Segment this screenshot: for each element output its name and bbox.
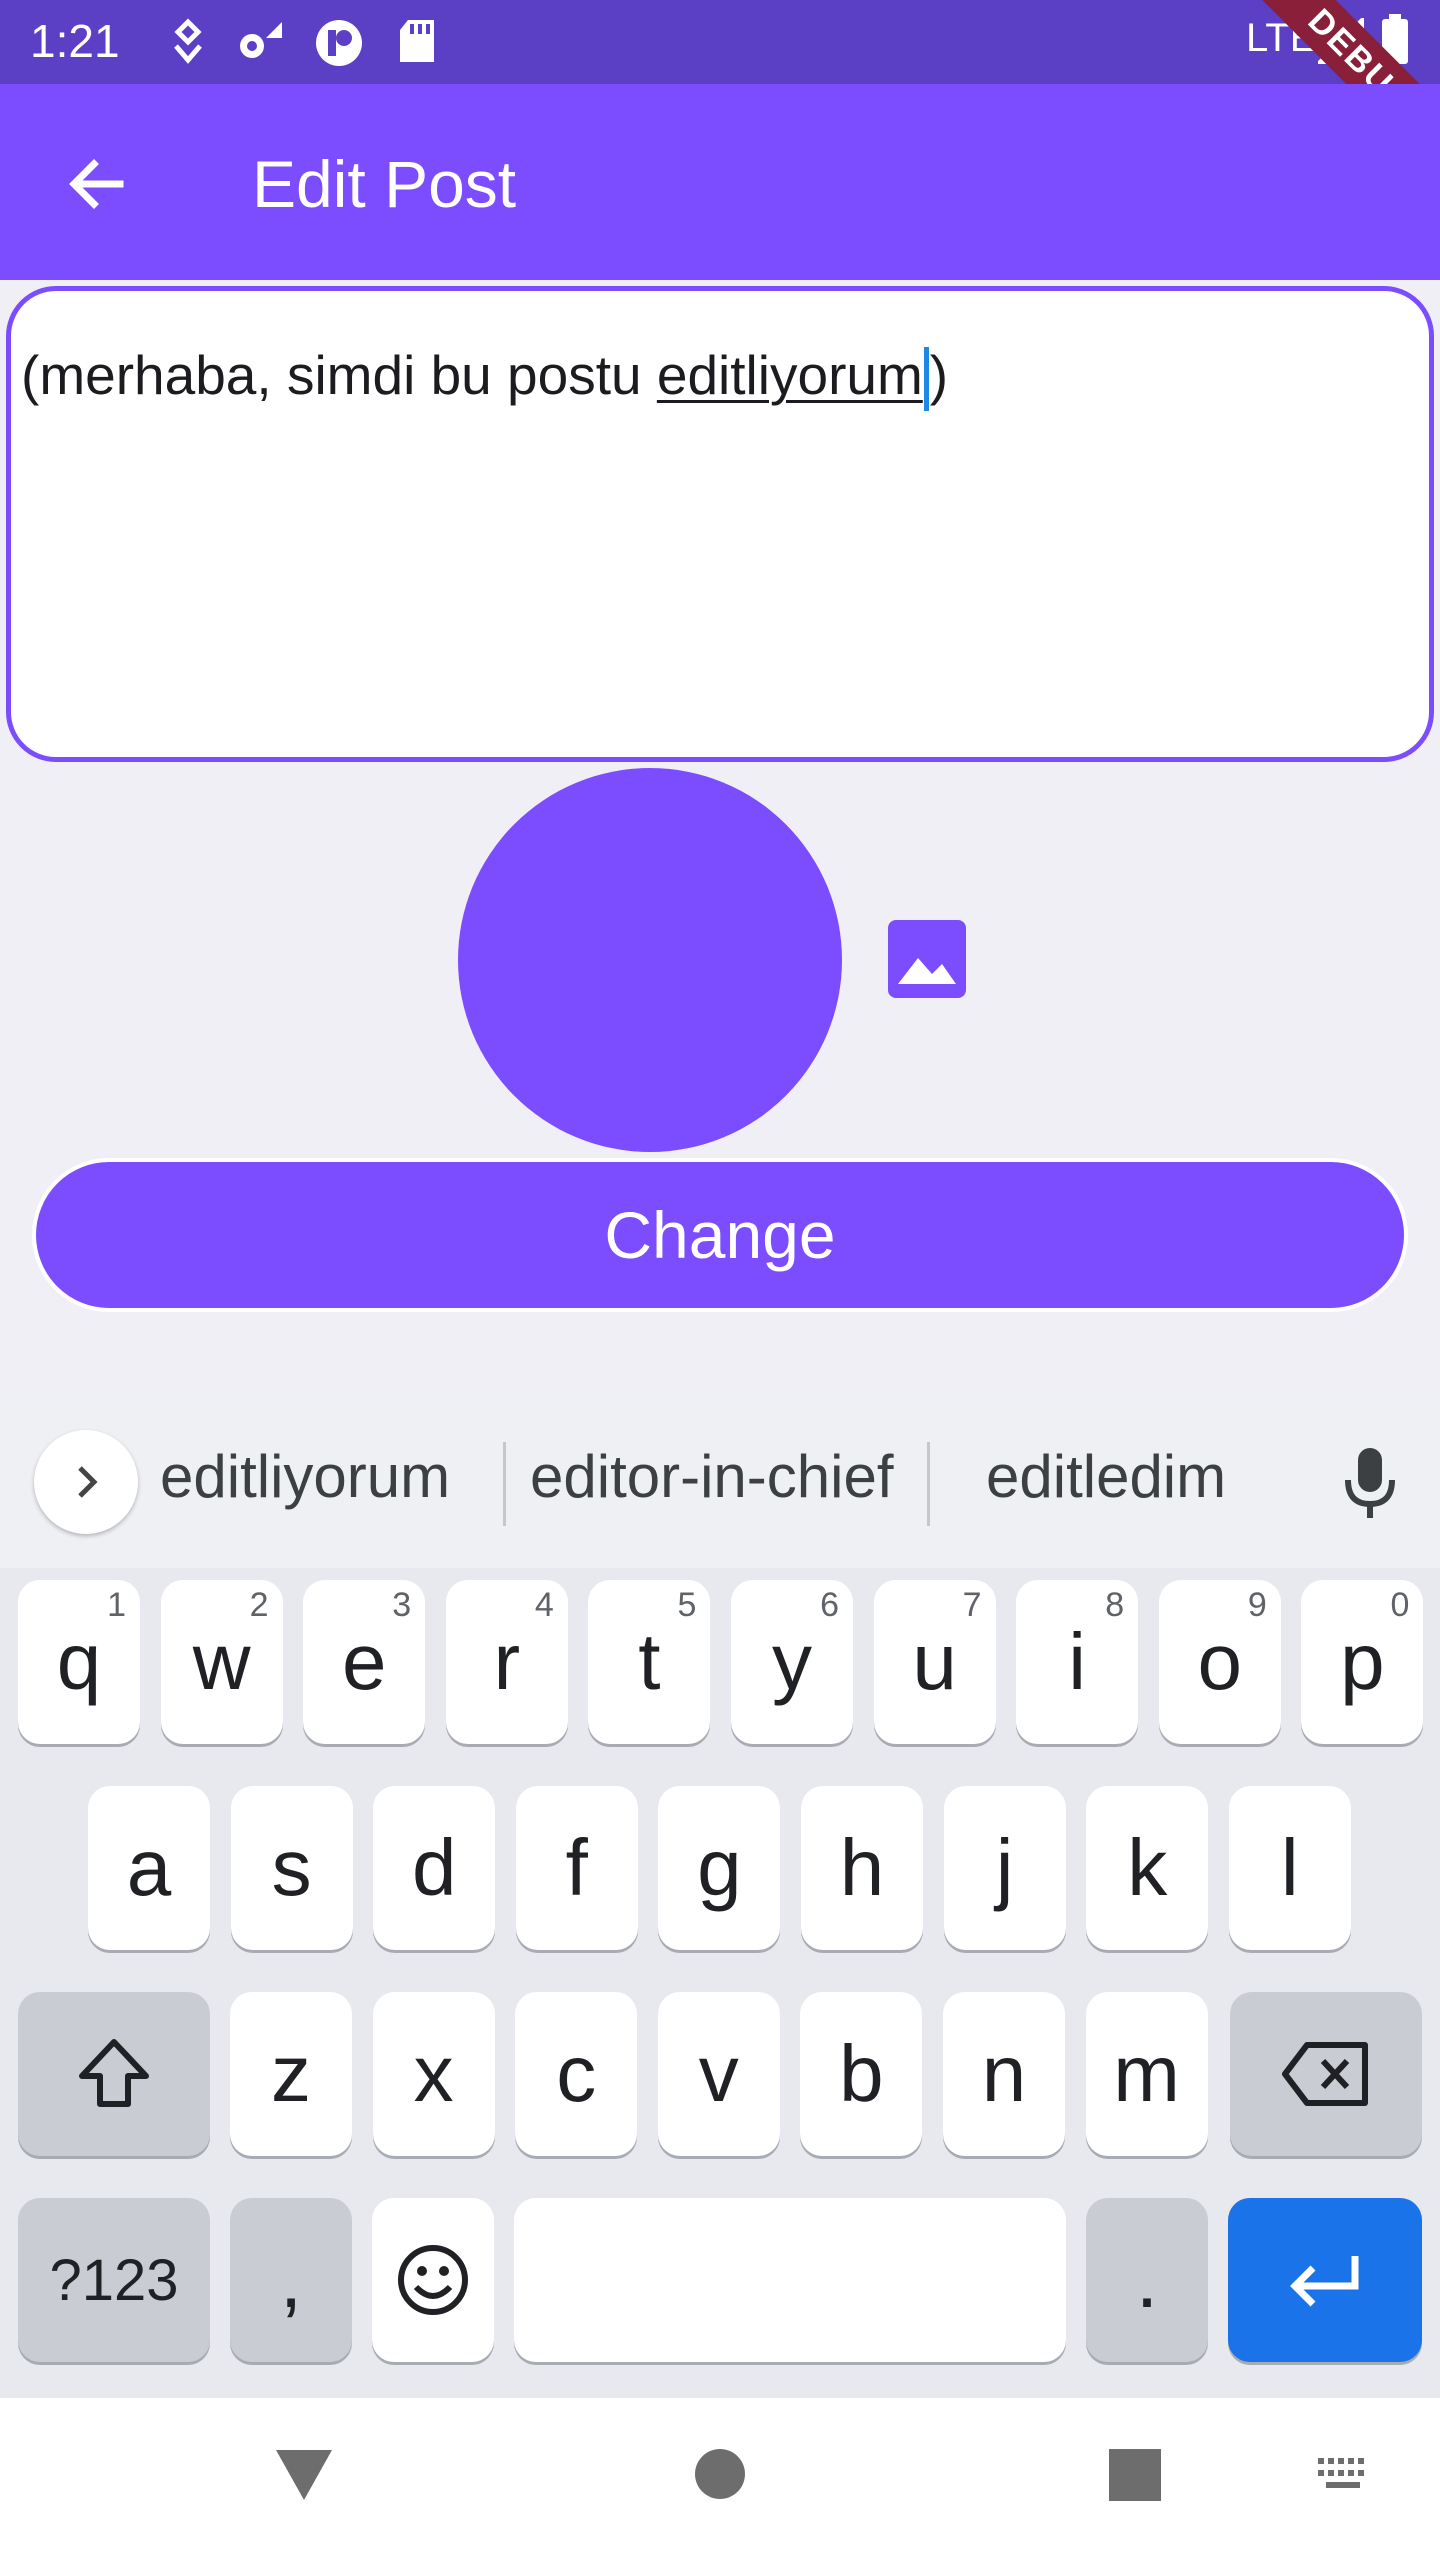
recents-square-icon[interactable]	[1108, 2448, 1162, 2502]
key-h[interactable]: h	[801, 1786, 923, 1950]
key-i[interactable]: i8	[1016, 1580, 1139, 1744]
expand-toolbar-button[interactable]	[34, 1430, 138, 1534]
post-text-part: (merhaba, simdi bu postu	[21, 344, 657, 406]
post-text-field[interactable]: (merhaba, simdi bu postu editliyorum)	[6, 286, 1434, 762]
post-text-value: (merhaba, simdi bu postu editliyorum)	[21, 343, 949, 412]
key-d[interactable]: d	[373, 1786, 496, 1950]
key-hint-number: 2	[249, 1586, 269, 1624]
suggestion-3[interactable]: editledim	[986, 1442, 1226, 1511]
suggestion-divider	[927, 1442, 930, 1526]
backspace-key[interactable]	[1230, 1992, 1422, 2156]
settings-sync-icon	[240, 22, 282, 58]
key-t[interactable]: t5	[588, 1580, 711, 1744]
key-b[interactable]: b	[800, 1992, 923, 2156]
key-hint-number: 9	[1247, 1586, 1267, 1624]
key-hint-number: 1	[107, 1586, 126, 1624]
post-image-preview	[458, 768, 842, 1152]
status-bar: 1:21 LTE DEBUG	[0, 0, 1440, 84]
key-label: i	[1068, 1617, 1087, 1706]
microphone-icon[interactable]	[1340, 1444, 1400, 1524]
post-text-end: )	[929, 344, 949, 406]
soft-keyboard: editliyorum editor-in-chief editledim q1…	[0, 1398, 1440, 2398]
suggestion-1[interactable]: editliyorum	[160, 1442, 450, 1511]
key-p[interactable]: p0	[1301, 1580, 1424, 1744]
key-hint-number: 4	[534, 1586, 554, 1624]
emoji-key[interactable]	[372, 2198, 494, 2362]
suggestion-strip: editliyorum editor-in-chief editledim	[0, 1398, 1440, 1568]
home-circle-icon[interactable]	[694, 2448, 746, 2500]
key-y[interactable]: y6	[731, 1580, 853, 1744]
shift-icon	[79, 2039, 149, 2107]
status-time: 1:21	[30, 15, 120, 67]
key-label: y	[772, 1617, 812, 1706]
key-c[interactable]: c	[515, 1992, 638, 2156]
accessibility-icon	[174, 18, 202, 64]
key-n[interactable]: n	[943, 1992, 1065, 2156]
backspace-icon	[1282, 2042, 1368, 2106]
key-j[interactable]: j	[943, 1786, 1066, 1950]
space-key[interactable]	[514, 2198, 1066, 2362]
key-label: e	[341, 1617, 387, 1706]
key-label: q	[56, 1617, 102, 1706]
key-label: u	[912, 1617, 957, 1706]
app-notification-icon	[316, 20, 362, 66]
app-bar: Edit Post	[0, 84, 1440, 280]
key-o[interactable]: o9	[1158, 1580, 1281, 1744]
key-hint-number: 3	[392, 1586, 412, 1624]
key-v[interactable]: v	[657, 1992, 780, 2156]
shift-key[interactable]	[18, 1992, 210, 2156]
key-e[interactable]: e3	[303, 1580, 426, 1744]
image-icon	[888, 920, 966, 998]
key-hint-number: 8	[1105, 1586, 1125, 1624]
key-g[interactable]: g	[658, 1786, 781, 1950]
key-label: r	[493, 1617, 521, 1706]
key-l[interactable]: l	[1228, 1786, 1351, 1950]
key-hint-number: 5	[677, 1586, 697, 1624]
key-f[interactable]: f	[515, 1786, 638, 1950]
key-label: w	[192, 1617, 251, 1706]
key-label: o	[1197, 1617, 1243, 1706]
key-hint-number: 7	[962, 1586, 982, 1624]
enter-icon	[1290, 2256, 1359, 2307]
key-w[interactable]: w2	[160, 1580, 283, 1744]
emoji-icon	[398, 2245, 468, 2315]
key-s[interactable]: s	[230, 1786, 353, 1950]
key-label: t	[638, 1617, 661, 1706]
period-key[interactable]: .	[1086, 2198, 1208, 2362]
chevron-right-icon	[78, 1466, 98, 1498]
arrow-back-icon	[69, 159, 124, 209]
sd-card-icon	[400, 20, 434, 62]
enter-key[interactable]	[1228, 2198, 1422, 2362]
change-button[interactable]: Change	[32, 1158, 1408, 1312]
suggestion-divider	[503, 1442, 506, 1526]
key-k[interactable]: k	[1086, 1786, 1209, 1950]
back-triangle-icon[interactable]	[274, 2448, 334, 2502]
key-a[interactable]: a	[88, 1786, 210, 1950]
back-button[interactable]	[56, 144, 136, 224]
key-q[interactable]: q1	[18, 1580, 140, 1744]
pick-image-button[interactable]	[886, 918, 968, 1000]
key-u[interactable]: u7	[873, 1580, 996, 1744]
text-caret	[923, 347, 929, 412]
key-m[interactable]: m	[1085, 1992, 1208, 2156]
system-nav-bar	[0, 2398, 1440, 2560]
keyboard-switch-icon[interactable]	[1316, 2456, 1370, 2492]
page-title: Edit Post	[252, 147, 517, 221]
key-r[interactable]: r4	[445, 1580, 568, 1744]
suggestion-2[interactable]: editor-in-chief	[530, 1442, 894, 1511]
key-z[interactable]: z	[230, 1992, 352, 2156]
symbols-key[interactable]: ?123	[18, 2198, 210, 2362]
composing-word: editliyorum	[656, 344, 923, 406]
key-hint-number: 6	[820, 1586, 839, 1624]
key-label: p	[1340, 1617, 1385, 1706]
key-hint-number: 0	[1390, 1586, 1410, 1624]
comma-key[interactable]: ,	[230, 2198, 352, 2362]
key-x[interactable]: x	[372, 1992, 495, 2156]
